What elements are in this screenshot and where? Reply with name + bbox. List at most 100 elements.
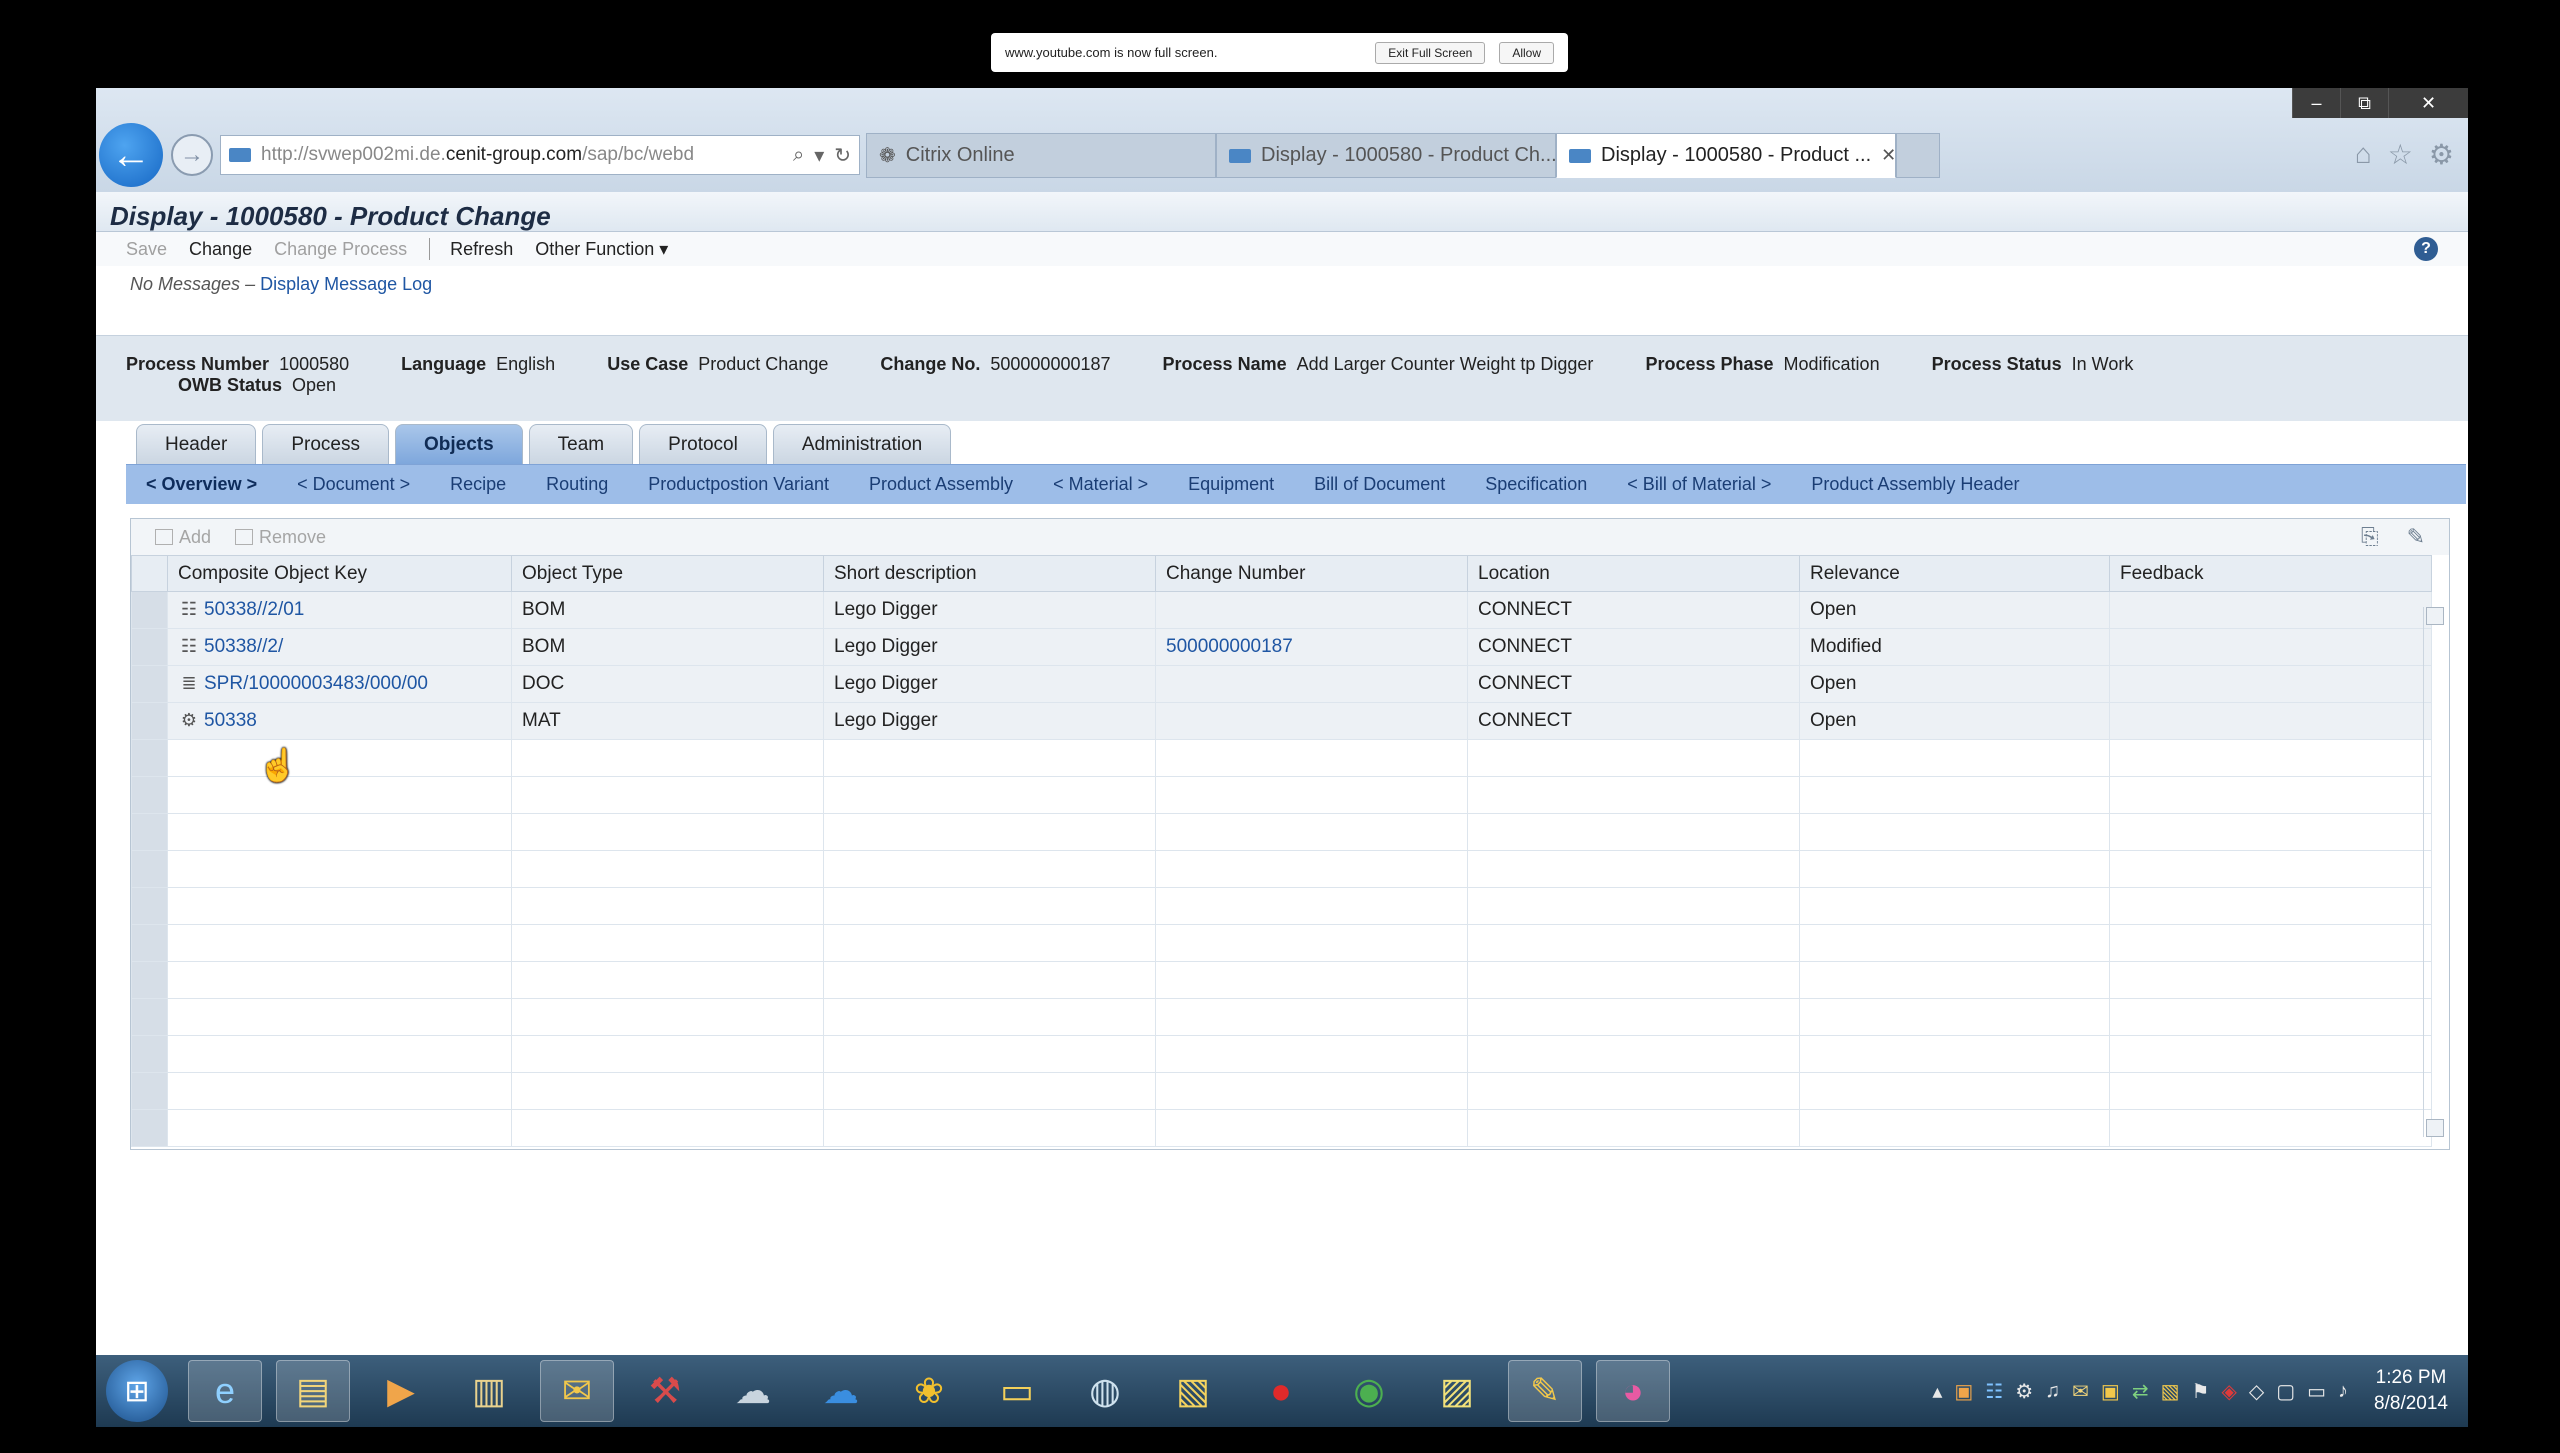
- exit-fullscreen-button[interactable]: Exit Full Screen: [1375, 41, 1486, 64]
- object-key-link[interactable]: SPR/10000003483/000/00: [204, 673, 428, 694]
- export-icon[interactable]: ⎘: [2361, 524, 2379, 550]
- tray-security-icon[interactable]: ◈: [2221, 1379, 2236, 1404]
- address-bar[interactable]: http://svwep002mi.de.cenit-group.com/sap…: [220, 135, 860, 175]
- favorites-star-icon[interactable]: ☆: [2388, 138, 2413, 171]
- personalize-icon[interactable]: ✎: [2407, 524, 2425, 550]
- object-key-link[interactable]: 50338//2/: [204, 636, 283, 657]
- color-icon[interactable]: ◕: [1596, 1360, 1670, 1422]
- table-row[interactable]: ⚙ 50338 MAT Lego Digger CONNECT Open: [131, 702, 2432, 740]
- settings-gear-icon[interactable]: ⚙: [2429, 138, 2454, 171]
- tray-folder-icon[interactable]: ▧: [2161, 1379, 2180, 1404]
- notes-icon[interactable]: ✎: [1508, 1360, 1582, 1422]
- tab-protocol[interactable]: Protocol: [639, 424, 767, 464]
- subnav-document[interactable]: < Document >: [297, 474, 410, 495]
- table-row[interactable]: ☷ 50338//2/BOM Lego Digger 500000000187 CONN…: [131, 628, 2432, 666]
- col-feedback[interactable]: Feedback: [2109, 555, 2432, 592]
- tab-header[interactable]: Header: [136, 424, 257, 464]
- outlook-icon[interactable]: ✉: [540, 1360, 614, 1422]
- file-explorer-icon[interactable]: ▤: [276, 1360, 350, 1422]
- vertical-scrollbar[interactable]: [2423, 607, 2445, 1137]
- clock[interactable]: 1:26 PM 8/8/2014: [2374, 1365, 2448, 1417]
- tray-expand-icon[interactable]: ▴: [1932, 1379, 1942, 1404]
- refresh-icon[interactable]: ↻: [834, 143, 851, 168]
- change-button[interactable]: Change: [189, 239, 252, 260]
- minimize-button[interactable]: –: [2292, 88, 2340, 118]
- save-button[interactable]: Save: [126, 239, 167, 260]
- tray-outlook-icon[interactable]: ▣: [2101, 1379, 2120, 1404]
- chrome-icon[interactable]: ◉: [1332, 1360, 1406, 1422]
- viewer-icon[interactable]: ▭: [980, 1360, 1054, 1422]
- files-icon[interactable]: ▨: [1420, 1360, 1494, 1422]
- change-number-link[interactable]: 500000000187: [1166, 636, 1293, 657]
- tab-team[interactable]: Team: [528, 424, 634, 464]
- row-selector[interactable]: [131, 665, 168, 703]
- other-function-menu[interactable]: Other Function ▾: [535, 239, 668, 260]
- table-row[interactable]: ≣ SPR/10000003483/000/00 DOC Lego Digger CON…: [131, 665, 2432, 703]
- subnav-product-assembly-header[interactable]: Product Assembly Header: [1811, 474, 2019, 495]
- change-process-button[interactable]: Change Process: [274, 239, 407, 260]
- tool-icon[interactable]: ⚒: [628, 1360, 702, 1422]
- tray-power-icon[interactable]: ▭: [2307, 1379, 2326, 1404]
- tray-app-icon[interactable]: ▣: [1954, 1379, 1973, 1404]
- subnav-productposition-variant[interactable]: Productpostion Variant: [648, 474, 829, 495]
- object-key-link[interactable]: 50338//2/01: [204, 599, 304, 620]
- scroll-up-icon[interactable]: [2426, 607, 2444, 625]
- back-button[interactable]: ←: [99, 123, 163, 187]
- dropdown-icon[interactable]: ▾: [814, 143, 824, 168]
- ie-icon[interactable]: e: [188, 1360, 262, 1422]
- tray-shield-icon[interactable]: ◇: [2249, 1379, 2264, 1404]
- row-selector[interactable]: [131, 591, 168, 629]
- tray-flag-icon[interactable]: ⚑: [2192, 1379, 2210, 1404]
- col-change-number[interactable]: Change Number: [1155, 555, 1468, 592]
- close-window-button[interactable]: ✕: [2388, 88, 2468, 118]
- globe-icon[interactable]: ◍: [1068, 1360, 1142, 1422]
- media-player-icon[interactable]: ▶: [364, 1360, 438, 1422]
- close-tab-icon[interactable]: ✕: [1881, 145, 1895, 166]
- tab-process[interactable]: Process: [262, 424, 389, 464]
- col-object-type[interactable]: Object Type: [511, 555, 824, 592]
- home-icon[interactable]: ⌂: [2355, 138, 2372, 171]
- tray-mail-icon[interactable]: ✉: [2072, 1379, 2089, 1404]
- select-all-icon[interactable]: [131, 555, 168, 592]
- help-icon[interactable]: ?: [2414, 237, 2438, 261]
- subnav-specification[interactable]: Specification: [1485, 474, 1587, 495]
- table-row[interactable]: ☷ 50338//2/01 BOM Lego Digger CONNECT Open: [131, 591, 2432, 629]
- add-button[interactable]: Add: [155, 527, 211, 548]
- col-short-description[interactable]: Short description: [823, 555, 1156, 592]
- tab-product-change-1[interactable]: Display - 1000580 - Product Ch...: [1216, 133, 1556, 178]
- display-message-log-link[interactable]: Display Message Log: [260, 274, 432, 294]
- col-relevance[interactable]: Relevance: [1799, 555, 2110, 592]
- forward-button[interactable]: →: [171, 134, 213, 176]
- network-icon[interactable]: ☁: [716, 1360, 790, 1422]
- scroll-down-icon[interactable]: [2426, 1119, 2444, 1137]
- search-icon[interactable]: ⌕: [793, 144, 804, 167]
- subnav-equipment[interactable]: Equipment: [1188, 474, 1274, 495]
- documents-icon[interactable]: ▥: [452, 1360, 526, 1422]
- tray-sync-icon[interactable]: ⇄: [2132, 1379, 2149, 1404]
- subnav-routing[interactable]: Routing: [546, 474, 608, 495]
- tab-objects[interactable]: Objects: [394, 424, 523, 464]
- tab-administration[interactable]: Administration: [772, 424, 952, 464]
- tray-network-icon[interactable]: ☷: [1985, 1379, 2003, 1404]
- start-button[interactable]: ⊞: [106, 1360, 168, 1422]
- tray-audio-icon[interactable]: ♫: [2045, 1380, 2060, 1403]
- subnav-product-assembly[interactable]: Product Assembly: [869, 474, 1013, 495]
- tray-gear-icon[interactable]: ⚙: [2015, 1379, 2033, 1404]
- subnav-bill-of-material[interactable]: < Bill of Material >: [1627, 474, 1771, 495]
- tray-display-icon[interactable]: ▢: [2276, 1379, 2295, 1404]
- folder-icon[interactable]: ▧: [1156, 1360, 1230, 1422]
- subnav-recipe[interactable]: Recipe: [450, 474, 506, 495]
- allow-fullscreen-button[interactable]: Allow: [1499, 41, 1554, 64]
- tab-citrix[interactable]: ❁ Citrix Online: [866, 133, 1216, 178]
- tray-volume-icon[interactable]: ♪: [2338, 1380, 2348, 1403]
- col-composite-object-key[interactable]: Composite Object Key: [167, 555, 512, 592]
- flower-icon[interactable]: ❀: [892, 1360, 966, 1422]
- refresh-button[interactable]: Refresh: [450, 239, 513, 260]
- vodafone-icon[interactable]: ●: [1244, 1360, 1318, 1422]
- object-key-link[interactable]: 50338: [204, 710, 257, 731]
- cloud-icon[interactable]: ☁: [804, 1360, 878, 1422]
- row-selector[interactable]: [131, 628, 168, 666]
- restore-button[interactable]: ⧉: [2340, 88, 2388, 118]
- col-location[interactable]: Location: [1467, 555, 1800, 592]
- subnav-bill-of-document[interactable]: Bill of Document: [1314, 474, 1445, 495]
